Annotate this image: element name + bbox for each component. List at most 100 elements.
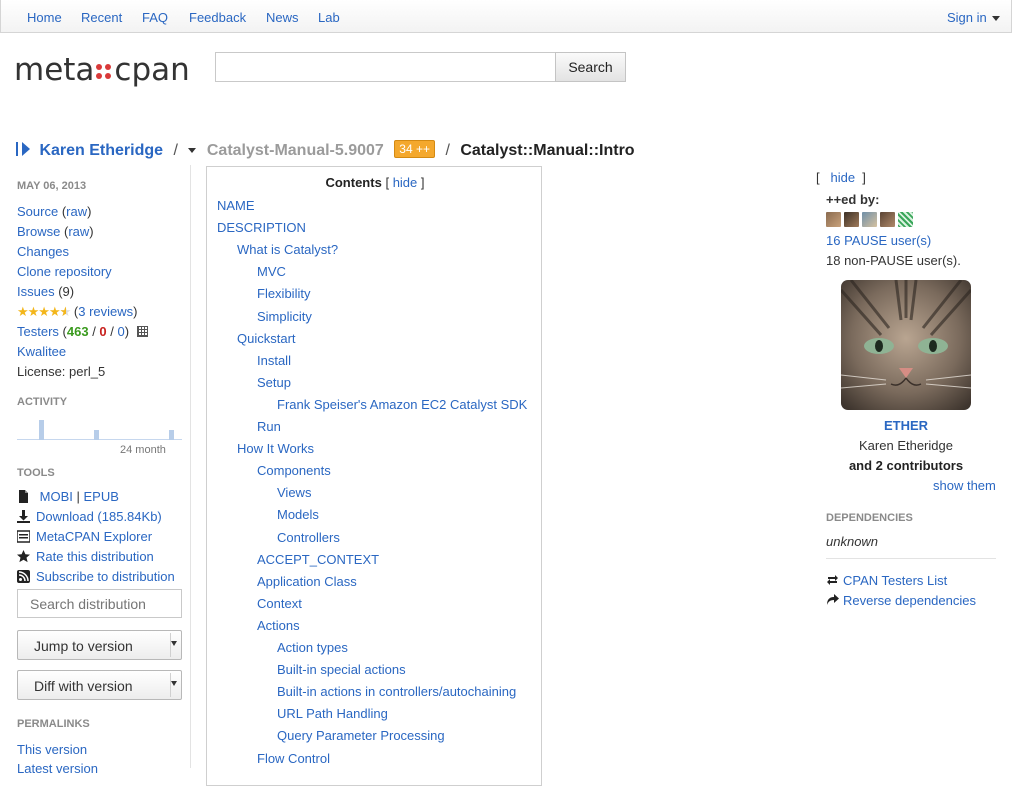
toc-hide-link[interactable]: hide [393,175,418,190]
right-hide-link[interactable]: hide [830,170,855,185]
avatar[interactable] [862,212,877,227]
search-button[interactable]: Search [555,52,626,82]
dependencies-heading: DEPENDENCIES [826,512,913,524]
toc-item[interactable]: Quickstart [237,331,296,346]
grid-icon[interactable] [136,326,148,337]
toc-item[interactable]: Models [277,507,319,522]
author-marker-icon [16,142,18,156]
epub-link[interactable]: EPUB [84,489,119,504]
reverse-deps-row: Reverse dependencies [826,593,976,608]
jump-to-version-select[interactable]: Jump to version [17,630,182,660]
nav-lab[interactable]: Lab [318,10,340,25]
reverse-dependencies-link[interactable]: Reverse dependencies [843,593,976,608]
author-id-link[interactable]: ETHER [816,418,996,433]
rate-row: Rate this distribution [17,549,154,564]
share-arrow-icon [827,594,839,605]
toc-item[interactable]: DESCRIPTION [217,220,306,235]
toc-item[interactable]: What is Catalyst? [237,242,338,257]
metacpan-explorer-link[interactable]: MetaCPAN Explorer [36,529,152,544]
sign-in-menu[interactable]: Sign in [947,10,1000,25]
toc-item[interactable]: Run [257,419,281,434]
latest-version-link[interactable]: Latest version [17,761,98,776]
this-version-link[interactable]: This version [17,742,87,757]
mobi-link[interactable]: MOBI [40,489,73,504]
pause-users-link[interactable]: 16 PAUSE user(s) [826,233,931,248]
source-raw-link[interactable]: raw [66,204,87,219]
toc-item[interactable]: MVC [257,264,286,279]
show-contributors-link[interactable]: show them [933,478,996,493]
sidebar-divider [190,165,191,768]
plusplus-badge[interactable]: 34 ++ [394,140,435,158]
diff-with-version-select[interactable]: Diff with version [17,670,182,700]
chevron-down-icon [171,681,177,686]
toc-item[interactable]: Views [277,485,311,500]
toc-item[interactable]: How It Works [237,441,314,456]
clone-repository-link[interactable]: Clone repository [17,264,112,279]
toc-item[interactable]: Context [257,596,302,611]
toc-header: Contents [ hide ] [325,175,425,190]
toc-item[interactable]: Built-in special actions [277,662,406,677]
changes-link[interactable]: Changes [17,244,69,259]
kwalitee-link[interactable]: Kwalitee [17,344,66,359]
activity-label: 24 month [120,444,166,456]
release-dropdown-icon[interactable] [188,148,197,154]
toc-item[interactable]: Actions [257,618,300,633]
toc-item[interactable]: Action types [277,640,348,655]
nav-recent[interactable]: Recent [81,10,122,25]
ebook-row: MOBI | EPUB [17,489,119,504]
nav-news[interactable]: News [266,10,299,25]
toc-item[interactable]: ACCEPT_CONTEXT [257,552,379,567]
cpan-testers-list-link[interactable]: CPAN Testers List [843,573,947,588]
author-avatar[interactable] [841,280,971,410]
issues-link[interactable]: Issues [17,284,55,299]
reviews-link[interactable]: 3 reviews [78,304,133,319]
avatar[interactable] [898,212,913,227]
breadcrumb: Karen Etheridge / Catalyst-Manual-5.9007… [16,140,635,160]
nav-feedback[interactable]: Feedback [189,10,246,25]
toc-item[interactable]: NAME [217,198,255,213]
toc-item[interactable]: Simplicity [257,309,312,324]
download-link[interactable]: Download (185.84Kb) [36,509,162,524]
source-link[interactable]: Source [17,204,58,219]
subscribe-link[interactable]: Subscribe to distribution [36,569,175,584]
toc-item[interactable]: Controllers [277,530,340,545]
toc-item[interactable]: Setup [257,375,291,390]
toc-item[interactable]: URL Path Handling [277,706,388,721]
browse-link[interactable]: Browse [17,224,60,239]
sign-in-label: Sign in [947,10,987,25]
avatar[interactable] [826,212,841,227]
right-hide-row: [ hide ] [816,170,866,185]
toc-item[interactable]: Query Parameter Processing [277,728,445,743]
rate-distribution-link[interactable]: Rate this distribution [36,549,154,564]
browse-raw-link[interactable]: raw [68,224,89,239]
author-link[interactable]: Karen Etheridge [39,142,163,159]
avatar[interactable] [880,212,895,227]
plusplus-by-label: ++ed by: [826,192,880,207]
toc-item[interactable]: Flow Control [257,751,330,766]
toc-item[interactable]: Application Class [257,574,357,589]
testers-link[interactable]: Testers [17,324,59,339]
plusplus-avatars [826,212,916,230]
nav-home[interactable]: Home [27,10,62,25]
toc-item[interactable]: Flexibility [257,286,310,301]
distribution-name[interactable]: Catalyst-Manual-5.9007 [207,142,384,159]
toc-item[interactable]: Install [257,353,291,368]
search-input[interactable] [215,52,556,82]
metacpan-logo[interactable]: meta cpan [14,52,190,88]
release-date: MAY 06, 2013 [17,180,87,192]
testers-pass: 463 [66,324,89,339]
permalinks-heading: PERMALINKS [17,718,90,730]
nav-faq[interactable]: FAQ [142,10,168,25]
breadcrumb-separator: / [173,142,178,159]
search-distribution-input[interactable] [17,589,182,618]
toc-item[interactable]: Components [257,463,331,478]
testers-row: Testers (463 / 0 / 0) [17,324,148,339]
logo-dots-icon [96,60,112,82]
issues-row: Issues (9) [17,284,74,299]
toc-item[interactable]: Frank Speiser's Amazon EC2 Catalyst SDK [277,397,527,412]
avatar[interactable] [844,212,859,227]
logo-left: meta [14,52,95,88]
top-nav: Home Recent FAQ Feedback News Lab Sign i… [0,0,1012,33]
testers-fail: 0 [99,324,107,339]
toc-item[interactable]: Built-in actions in controllers/autochai… [277,684,516,699]
